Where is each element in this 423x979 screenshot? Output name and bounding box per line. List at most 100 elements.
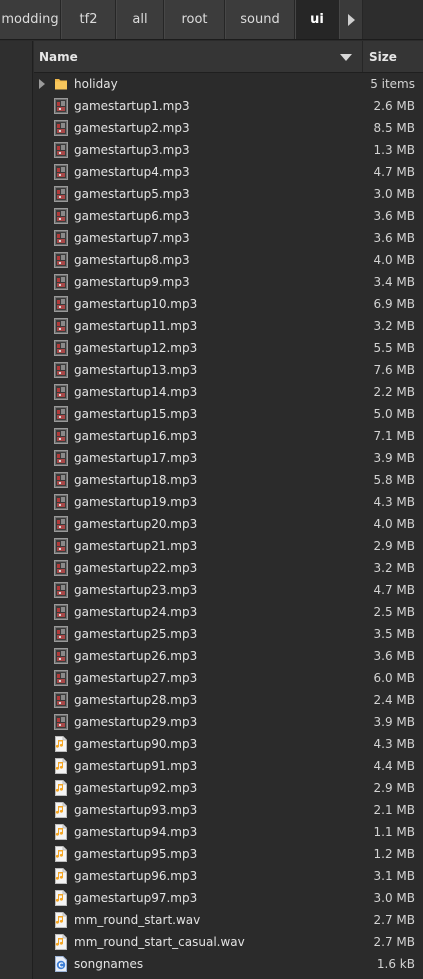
file-row[interactable]: gamestartup12.mp3 5.5 MB [34, 337, 423, 359]
file-row[interactable]: gamestartup23.mp3 4.7 MB [34, 579, 423, 601]
file-size: 4.0 MB [373, 253, 415, 267]
file-size: 4.0 MB [373, 517, 415, 531]
breadcrumb-sound[interactable]: sound [225, 0, 295, 39]
audio-thumbnail-icon [54, 626, 68, 642]
file-row[interactable]: mm_round_start.wav 2.7 MB [34, 909, 423, 931]
audio-thumbnail-icon [54, 604, 68, 620]
audio-thumbnail-icon [54, 450, 68, 466]
file-row[interactable]: mm_round_start_casual.wav 2.7 MB [34, 931, 423, 953]
file-row[interactable]: gamestartup11.mp3 3.2 MB [34, 315, 423, 337]
file-name: gamestartup2.mp3 [74, 121, 190, 135]
file-row[interactable]: gamestartup16.mp3 7.1 MB [34, 425, 423, 447]
file-name: gamestartup94.mp3 [74, 825, 198, 839]
file-size: 3.0 MB [373, 891, 415, 905]
breadcrumb-all[interactable]: all [116, 0, 164, 39]
file-row[interactable]: gamestartup9.mp3 3.4 MB [34, 271, 423, 293]
file-row[interactable]: gamestartup3.mp3 1.3 MB [34, 139, 423, 161]
file-size: 5 items [370, 77, 415, 91]
breadcrumb-root[interactable]: root [164, 0, 225, 39]
file-name: gamestartup17.mp3 [74, 451, 198, 465]
file-row[interactable]: gamestartup90.mp3 4.3 MB [34, 733, 423, 755]
folder-row[interactable]: holiday 5 items [34, 73, 423, 95]
audio-file-icon [54, 736, 68, 752]
file-size: 1.1 MB [373, 825, 415, 839]
file-row[interactable]: gamestartup25.mp3 3.5 MB [34, 623, 423, 645]
file-row[interactable]: gamestartup28.mp3 2.4 MB [34, 689, 423, 711]
file-row[interactable]: gamestartup91.mp3 4.4 MB [34, 755, 423, 777]
audio-thumbnail-icon [54, 318, 68, 334]
file-row[interactable]: songnames 1.6 kB [34, 953, 423, 975]
file-row[interactable]: gamestartup92.mp3 2.9 MB [34, 777, 423, 799]
name-column-header[interactable]: Name [34, 41, 363, 72]
file-name: gamestartup92.mp3 [74, 781, 198, 795]
audio-file-icon [54, 846, 68, 862]
file-row[interactable]: gamestartup8.mp3 4.0 MB [34, 249, 423, 271]
file-size: 2.6 MB [373, 99, 415, 113]
file-size: 3.6 MB [373, 231, 415, 245]
file-size: 7.6 MB [373, 363, 415, 377]
file-name: gamestartup28.mp3 [74, 693, 198, 707]
audio-thumbnail-icon [54, 252, 68, 268]
breadcrumb-ui[interactable]: ui [295, 0, 339, 39]
file-row[interactable]: gamestartup13.mp3 7.6 MB [34, 359, 423, 381]
file-row[interactable]: gamestartup6.mp3 3.6 MB [34, 205, 423, 227]
file-row[interactable]: gamestartup95.mp3 1.2 MB [34, 843, 423, 865]
file-size: 4.3 MB [373, 495, 415, 509]
file-row[interactable]: gamestartup27.mp3 6.0 MB [34, 667, 423, 689]
file-row[interactable]: gamestartup4.mp3 4.7 MB [34, 161, 423, 183]
file-name: gamestartup9.mp3 [74, 275, 190, 289]
size-column-label: Size [369, 49, 397, 64]
file-row[interactable]: gamestartup22.mp3 3.2 MB [34, 557, 423, 579]
audio-thumbnail-icon [54, 714, 68, 730]
audio-thumbnail-icon [54, 406, 68, 422]
file-row[interactable]: gamestartup94.mp3 1.1 MB [34, 821, 423, 843]
breadcrumb-scroll-right-button[interactable] [339, 0, 363, 39]
audio-thumbnail-icon [54, 516, 68, 532]
file-row[interactable]: gamestartup26.mp3 3.6 MB [34, 645, 423, 667]
size-column-header[interactable]: Size [363, 41, 423, 72]
file-row[interactable]: gamestartup20.mp3 4.0 MB [34, 513, 423, 535]
file-row[interactable]: gamestartup29.mp3 3.9 MB [34, 711, 423, 733]
file-row[interactable]: gamestartup24.mp3 2.5 MB [34, 601, 423, 623]
file-row[interactable]: gamestartup2.mp3 8.5 MB [34, 117, 423, 139]
file-size: 3.1 MB [373, 869, 415, 883]
folder-icon [54, 76, 68, 92]
file-row[interactable]: gamestartup14.mp3 2.2 MB [34, 381, 423, 403]
breadcrumb-tf2[interactable]: tf2 [61, 0, 116, 39]
file-name: gamestartup90.mp3 [74, 737, 198, 751]
breadcrumb-label: modding [1, 12, 59, 27]
file-row[interactable]: gamestartup5.mp3 3.0 MB [34, 183, 423, 205]
breadcrumb-label: all [132, 12, 148, 27]
file-row[interactable]: gamestartup15.mp3 5.0 MB [34, 403, 423, 425]
breadcrumb-modding[interactable]: modding [0, 0, 61, 39]
file-size: 4.7 MB [373, 165, 415, 179]
expand-arrow-icon[interactable] [39, 79, 45, 89]
file-name: gamestartup27.mp3 [74, 671, 198, 685]
file-row[interactable]: gamestartup21.mp3 2.9 MB [34, 535, 423, 557]
file-row[interactable]: gamestartup93.mp3 2.1 MB [34, 799, 423, 821]
file-row[interactable]: gamestartup1.mp3 2.6 MB [34, 95, 423, 117]
file-row[interactable]: gamestartup18.mp3 5.8 MB [34, 469, 423, 491]
file-size: 3.4 MB [373, 275, 415, 289]
file-size: 3.0 MB [373, 187, 415, 201]
file-row[interactable]: gamestartup10.mp3 6.9 MB [34, 293, 423, 315]
file-size: 3.5 MB [373, 627, 415, 641]
audio-thumbnail-icon [54, 340, 68, 356]
audio-file-icon [54, 912, 68, 928]
file-name: gamestartup19.mp3 [74, 495, 198, 509]
file-row[interactable]: gamestartup19.mp3 4.3 MB [34, 491, 423, 513]
file-size: 4.4 MB [373, 759, 415, 773]
column-header: Name Size [34, 41, 423, 73]
file-row[interactable]: gamestartup97.mp3 3.0 MB [34, 887, 423, 909]
sidebar-edge [0, 41, 33, 979]
audio-thumbnail-icon [54, 98, 68, 114]
file-row[interactable]: gamestartup7.mp3 3.6 MB [34, 227, 423, 249]
file-name: gamestartup22.mp3 [74, 561, 198, 575]
audio-thumbnail-icon [54, 230, 68, 246]
audio-file-icon [54, 868, 68, 884]
audio-file-icon [54, 780, 68, 796]
audio-thumbnail-icon [54, 472, 68, 488]
audio-thumbnail-icon [54, 164, 68, 180]
file-row[interactable]: gamestartup96.mp3 3.1 MB [34, 865, 423, 887]
file-row[interactable]: gamestartup17.mp3 3.9 MB [34, 447, 423, 469]
